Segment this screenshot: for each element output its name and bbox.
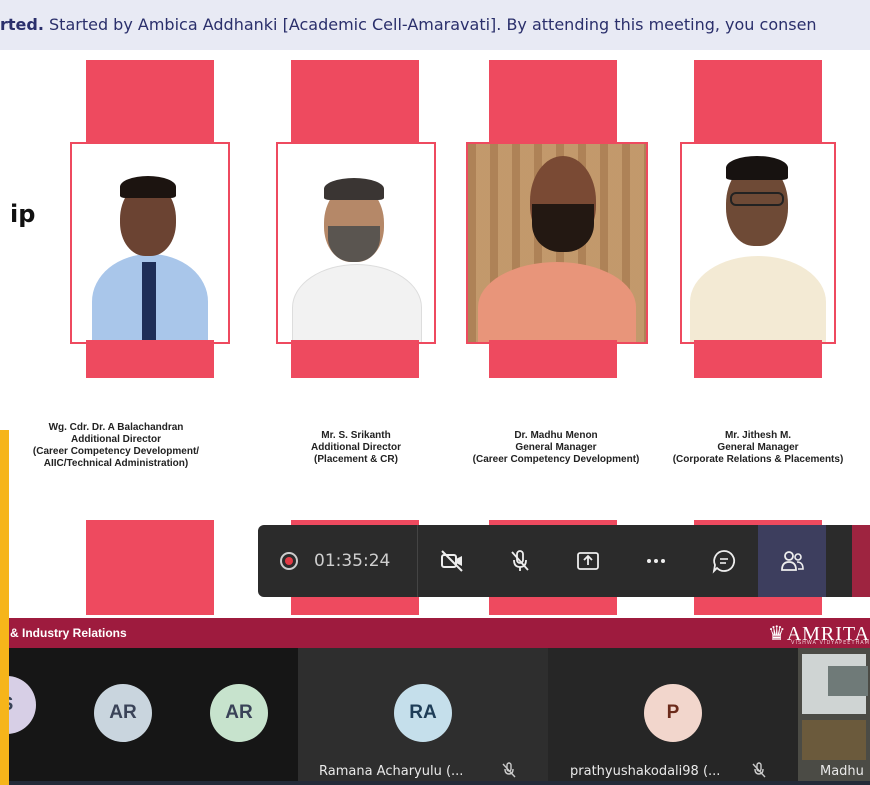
participant-name: prathyushakodali98 (... xyxy=(570,764,721,779)
record-icon xyxy=(280,552,298,570)
caption-2: Mr. S. Srikanth Additional Director (Pla… xyxy=(310,430,401,465)
participant-avatar: AR xyxy=(94,684,152,742)
band-bottom-4 xyxy=(694,340,822,378)
band-top-2 xyxy=(291,60,419,144)
mic-off-icon xyxy=(511,550,529,571)
participant-video-tile[interactable]: Madhu xyxy=(798,648,870,785)
participant-tile[interactable]: P prathyushakodali98 (... xyxy=(548,648,798,785)
meeting-banner: rted. Started by Ambica Addhanki [Academ… xyxy=(0,0,870,50)
photo-frame-1 xyxy=(70,142,230,344)
mic-toggle-button[interactable] xyxy=(486,525,554,597)
participant-gallery: S AR AR RA Ramana Acharyulu (... P prath… xyxy=(0,648,870,785)
gallery-bottom-bar xyxy=(0,781,870,785)
amrita-logo-sub: VISHWA VIDYAPEETHAM xyxy=(791,640,870,646)
video-frame-picture xyxy=(828,666,868,696)
footer-label: & Industry Relations xyxy=(10,626,127,640)
yellow-edge-strip xyxy=(0,430,9,785)
caption-3: Dr. Madhu Menon General Manager (Career … xyxy=(472,430,640,465)
participant-avatar: RA xyxy=(394,684,452,742)
band-bottom-1 xyxy=(86,340,214,378)
chat-button[interactable] xyxy=(690,525,758,597)
meeting-control-bar: 01:35:24 xyxy=(258,525,870,597)
slide-title-fragment: ip xyxy=(10,200,36,228)
video-frame-desk xyxy=(802,720,866,760)
band-bottom-2 xyxy=(291,340,419,378)
banner-text: Started by Ambica Addhanki [Academic Cel… xyxy=(43,15,817,34)
photo-frame-3 xyxy=(466,142,648,344)
meeting-timer: 01:35:24 xyxy=(314,551,391,571)
band-lower-1 xyxy=(86,520,214,615)
more-icon xyxy=(647,559,665,563)
mic-off-icon xyxy=(502,762,516,778)
share-screen-button[interactable] xyxy=(554,525,622,597)
photo-frame-4 xyxy=(680,142,836,344)
camera-off-icon xyxy=(441,550,463,572)
participant-avatar: P xyxy=(644,684,702,742)
band-top-1 xyxy=(86,60,214,144)
chat-icon xyxy=(712,550,736,574)
recording-indicator: 01:35:24 xyxy=(258,525,418,597)
participant-name: Madhu xyxy=(820,764,864,779)
camera-toggle-button[interactable] xyxy=(418,525,486,597)
participant-avatar: AR xyxy=(210,684,268,742)
caption-4: Mr. Jithesh M. General Manager (Corporat… xyxy=(672,430,844,465)
banner-bold-text: rted. xyxy=(0,15,44,34)
caption-1: Wg. Cdr. Dr. A Balachandran Additional D… xyxy=(32,422,200,469)
band-top-4 xyxy=(694,60,822,144)
participants-button[interactable] xyxy=(758,525,826,597)
people-icon xyxy=(781,551,804,571)
photo-frame-2 xyxy=(276,142,436,344)
band-bottom-3 xyxy=(489,340,617,378)
mic-off-icon xyxy=(752,762,766,778)
band-top-3 xyxy=(489,60,617,144)
more-options-button[interactable] xyxy=(622,525,690,597)
share-screen-icon xyxy=(577,552,599,570)
participant-group-tile[interactable]: S AR AR xyxy=(0,648,298,785)
slide-footer: CIR) & Industry Relations ♛AMRITA VISHWA… xyxy=(0,606,870,648)
participant-tile[interactable]: RA Ramana Acharyulu (... xyxy=(298,648,548,785)
participant-name: Ramana Acharyulu (... xyxy=(319,764,464,779)
control-bar-edge xyxy=(852,525,870,597)
